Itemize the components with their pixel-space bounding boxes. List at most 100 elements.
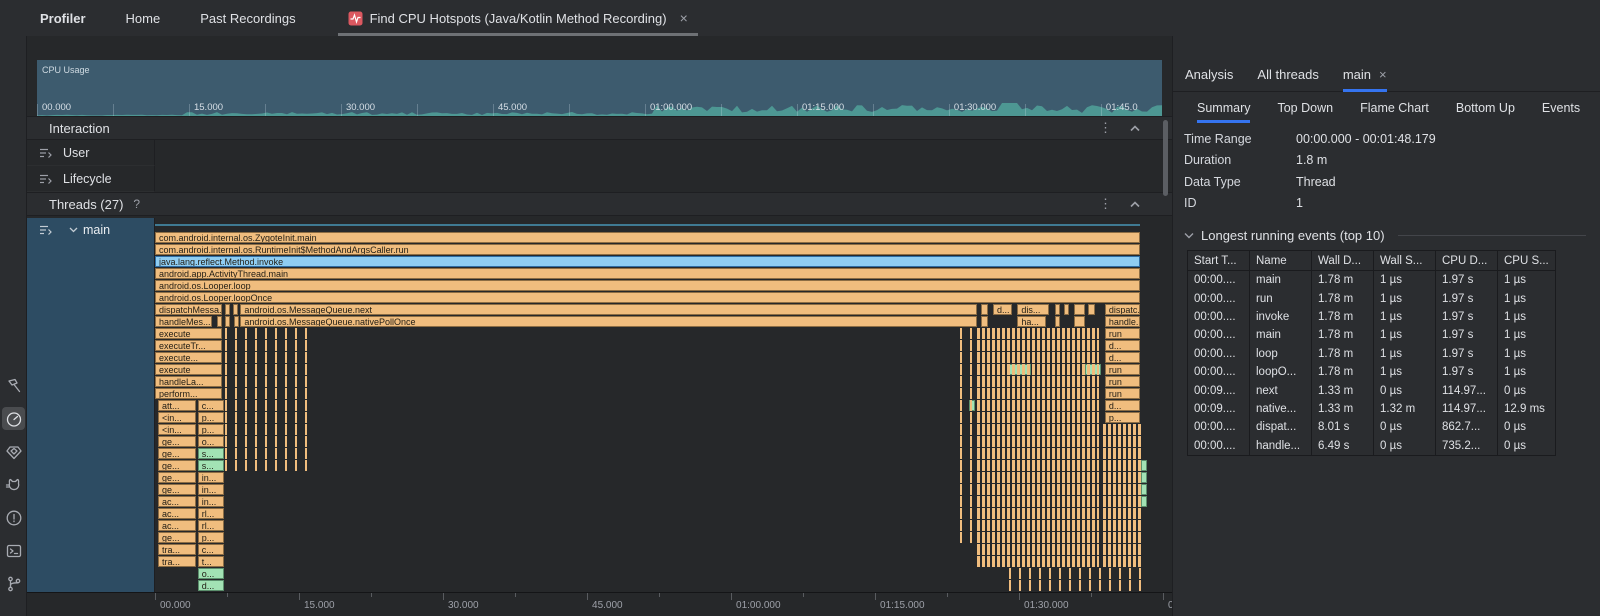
flame-bar[interactable]: handleMes... (155, 316, 212, 327)
timeline-scrollbar[interactable] (1163, 120, 1168, 196)
flame-bar[interactable]: ge... (158, 472, 196, 483)
flame-bar[interactable]: tra... (158, 544, 196, 555)
flame-chart[interactable]: com.android.internal.os.ZygoteInit.mainc… (155, 218, 1172, 592)
flame-bar[interactable]: dispatchMessa... (155, 304, 222, 315)
column-header[interactable]: Name (1250, 251, 1312, 270)
problems-icon[interactable] (2, 506, 25, 529)
flame-bar[interactable] (234, 316, 239, 327)
flame-bar[interactable]: p... (1105, 412, 1141, 423)
table-row[interactable]: 00:00....loopO...1.78 m1 µs1.97 s1 µs (1188, 363, 1555, 381)
flame-bar[interactable]: o... (198, 568, 224, 579)
flame-bar[interactable]: ac... (158, 508, 196, 519)
table-row[interactable]: 00:09....native...1.33 m1.32 m114.97...1… (1188, 400, 1555, 418)
flame-bar[interactable]: d... (1105, 352, 1141, 363)
flame-bar[interactable] (1141, 496, 1146, 507)
flame-bar[interactable]: com.android.internal.os.RuntimeInit$Meth… (155, 244, 1140, 255)
flame-bar[interactable] (225, 304, 230, 315)
close-icon[interactable]: × (1379, 67, 1387, 82)
flame-bar[interactable]: att... (158, 400, 196, 411)
interaction-track-lifecycle[interactable]: Lifecycle (27, 166, 1172, 192)
flame-bar[interactable]: android.os.MessageQueue.nativePollOnce (240, 316, 976, 327)
flame-bar[interactable] (1088, 304, 1095, 315)
cpu-usage-track[interactable]: CPU Usage 00.00015.00030.00045.00001:00.… (37, 60, 1162, 116)
flame-bar[interactable]: run (1105, 364, 1141, 375)
flame-bar[interactable]: s... (198, 448, 224, 459)
flame-bar[interactable]: d... (993, 304, 1012, 315)
flame-bar[interactable]: d... (1105, 340, 1141, 351)
nav-home[interactable]: Home (126, 11, 161, 26)
flame-bar[interactable]: ge... (158, 436, 196, 447)
flame-bar[interactable]: ge... (158, 448, 196, 459)
tab-close-icon[interactable]: × (680, 10, 688, 26)
profiler-icon[interactable] (2, 407, 25, 430)
subtab-bottom-up[interactable]: Bottom Up (1456, 93, 1515, 123)
flame-bar[interactable]: android.os.MessageQueue.next (240, 304, 976, 315)
threads-help-icon[interactable]: ? (133, 197, 140, 211)
flame-bar[interactable]: ac... (158, 520, 196, 531)
column-header[interactable]: Wall S... (1374, 251, 1436, 270)
flame-bar[interactable] (1055, 316, 1060, 327)
flame-bar[interactable]: handleLa... (155, 376, 222, 387)
flame-bar[interactable] (225, 316, 230, 327)
flame-bar[interactable]: rl... (198, 520, 224, 531)
flame-bar[interactable]: android.os.Looper.loopOnce (155, 292, 1140, 303)
collapse-icon[interactable] (1130, 125, 1140, 132)
flame-bar[interactable]: <in... (158, 412, 196, 423)
flame-bar[interactable] (981, 304, 988, 315)
flame-bar[interactable]: android.app.ActivityThread.main (155, 268, 1140, 279)
more-options-icon[interactable]: ⋮ (1099, 196, 1112, 212)
more-options-icon[interactable]: ⋮ (1099, 120, 1112, 136)
flame-bar[interactable] (1141, 472, 1146, 483)
flame-bar[interactable] (1074, 316, 1084, 327)
flame-bar[interactable]: com.android.internal.os.ZygoteInit.main (155, 232, 1140, 243)
flame-bar[interactable]: d... (198, 580, 224, 591)
collapse-icon[interactable] (1130, 201, 1140, 208)
flame-bar[interactable]: ge... (158, 484, 196, 495)
flame-bar[interactable] (1141, 460, 1146, 471)
interaction-track-user[interactable]: User (27, 140, 1172, 166)
flame-bar[interactable]: java.lang.reflect.Method.invoke (155, 256, 1140, 267)
flame-bar[interactable]: run (1105, 328, 1141, 339)
tab-all-threads[interactable]: All threads (1257, 58, 1318, 92)
subtab-events[interactable]: Events (1542, 93, 1580, 123)
table-row[interactable]: 00:00....run1.78 m1 µs1.97 s1 µs (1188, 289, 1555, 307)
flame-bar[interactable]: ac... (158, 496, 196, 507)
flame-bar[interactable]: s... (198, 460, 224, 471)
column-header[interactable]: CPU S... (1498, 251, 1555, 270)
flame-bar[interactable]: android.os.Looper.loop (155, 280, 1140, 291)
flame-bar[interactable]: execute... (155, 352, 222, 363)
subtab-top-down[interactable]: Top Down (1277, 93, 1333, 123)
flame-bar[interactable]: p... (198, 532, 224, 543)
app-quality-insights-icon[interactable] (2, 440, 25, 463)
flame-bar[interactable]: executeTr... (155, 340, 222, 351)
flame-bar[interactable]: rl... (198, 508, 224, 519)
flame-bar[interactable]: dispatc... (1105, 304, 1141, 315)
flame-bar[interactable]: ge... (158, 532, 196, 543)
flame-bar[interactable]: handle... (1105, 316, 1141, 327)
column-header[interactable]: Wall D... (1312, 251, 1374, 270)
tab-main[interactable]: main× (1343, 58, 1387, 92)
flame-bar[interactable]: o... (198, 436, 224, 447)
terminal-icon[interactable] (2, 539, 25, 562)
flame-bar[interactable]: p... (198, 424, 224, 435)
build-icon[interactable] (2, 374, 25, 397)
column-header[interactable]: CPU D... (1436, 251, 1498, 270)
version-control-icon[interactable] (2, 572, 25, 595)
flame-bar[interactable] (981, 316, 988, 327)
flame-bar[interactable]: execute (155, 364, 222, 375)
flame-bar[interactable]: in... (198, 496, 224, 507)
subtab-summary[interactable]: Summary (1197, 93, 1250, 123)
subtab-flame-chart[interactable]: Flame Chart (1360, 93, 1429, 123)
flame-bar[interactable]: tra... (158, 556, 196, 567)
flame-bar[interactable]: in... (198, 484, 224, 495)
table-row[interactable]: 00:09....next1.33 m0 µs114.97...0 µs (1188, 381, 1555, 399)
table-row[interactable]: 00:00....loop1.78 m1 µs1.97 s1 µs (1188, 345, 1555, 363)
flame-bar[interactable] (1064, 304, 1069, 315)
flame-bar[interactable] (1141, 484, 1146, 495)
flame-bar[interactable]: c... (198, 400, 224, 411)
flame-bar[interactable] (1074, 304, 1084, 315)
chevron-down-icon[interactable] (69, 227, 78, 233)
tab-find-cpu-hotspots[interactable]: Find CPU Hotspots (Java/Kotlin Method Re… (338, 0, 698, 36)
table-row[interactable]: 00:00....main1.78 m1 µs1.97 s1 µs (1188, 326, 1555, 344)
table-row[interactable]: 00:00....dispat...8.01 s0 µs862.7...0 µs (1188, 418, 1555, 436)
